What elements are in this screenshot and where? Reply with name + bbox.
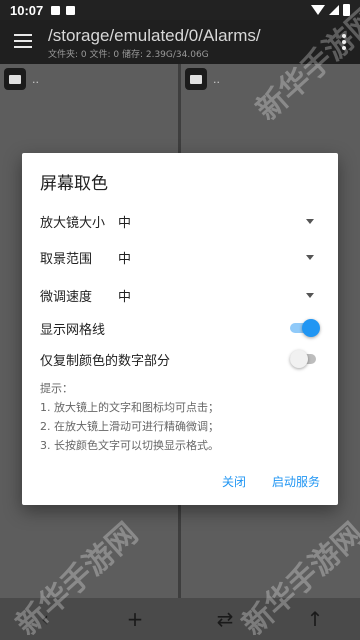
menu-icon[interactable]	[14, 34, 32, 48]
storage-info: 文件夹: 0 文件: 0 储存: 2.39G/34.06G	[48, 50, 209, 60]
tips-heading: 提示：	[40, 382, 73, 395]
status-time: 10:07	[10, 2, 44, 18]
show-grid-toggle[interactable]	[290, 319, 320, 337]
view-range-row[interactable]: 取景范围 中	[40, 245, 320, 269]
chevron-down-icon[interactable]	[306, 292, 314, 298]
notification-icon	[51, 5, 61, 15]
go-up-button[interactable]: ↑	[295, 607, 335, 631]
tip-line: 1. 放大镜上的文字和图标均可点击；	[40, 401, 219, 414]
view-range-label: 取景范围	[40, 251, 93, 267]
image-notification-icon	[66, 5, 76, 15]
folder-icon	[4, 68, 26, 90]
show-grid-label: 显示网格线	[40, 322, 106, 338]
dialog-title: 屏幕取色	[40, 174, 108, 194]
fine-tune-speed-row[interactable]: 微调速度 中	[40, 283, 320, 307]
current-path[interactable]: /storage/emulated/0/Alarms/	[48, 26, 261, 46]
tips-text: 提示： 1. 放大镜上的文字和图标均可点击； 2. 在放大镜上滑动可进行精确微调…	[40, 379, 219, 455]
copy-digits-only-row[interactable]: 仅复制颜色的数字部分	[40, 347, 320, 371]
parent-folder-item[interactable]: ..	[4, 68, 39, 90]
dialog-actions: 关闭 启动服务	[222, 473, 320, 490]
chevron-down-icon[interactable]	[306, 254, 314, 260]
tip-line: 3. 长按颜色文字可以切换显示格式。	[40, 439, 219, 452]
add-button[interactable]: +	[115, 607, 155, 631]
fine-tune-speed-select[interactable]: 中	[118, 286, 306, 305]
status-bar: 10:07	[0, 0, 360, 20]
wifi-icon	[311, 5, 325, 15]
tip-line: 2. 在放大镜上滑动可进行精确微调；	[40, 420, 219, 433]
chevron-down-icon[interactable]	[306, 218, 314, 224]
folder-icon	[185, 68, 207, 90]
show-grid-row[interactable]: 显示网格线	[40, 316, 320, 340]
folder-name: ..	[32, 72, 39, 86]
fine-tune-speed-label: 微调速度	[40, 289, 93, 305]
color-picker-dialog: 屏幕取色 放大镜大小 中 取景范围 中 微调速度 中 显示网格线 仅复制颜色的数…	[22, 153, 338, 505]
copy-digits-only-toggle[interactable]	[290, 350, 320, 368]
magnifier-size-row[interactable]: 放大镜大小 中	[40, 209, 320, 233]
view-range-select[interactable]: 中	[118, 248, 306, 267]
copy-digits-only-label: 仅复制颜色的数字部分	[40, 353, 171, 369]
close-button[interactable]: 关闭	[222, 473, 246, 490]
start-service-button[interactable]: 启动服务	[272, 473, 320, 490]
parent-folder-item[interactable]: ..	[185, 68, 220, 90]
magnifier-size-label: 放大镜大小	[40, 215, 106, 231]
magnifier-size-select[interactable]: 中	[118, 212, 306, 231]
folder-name: ..	[213, 72, 220, 86]
